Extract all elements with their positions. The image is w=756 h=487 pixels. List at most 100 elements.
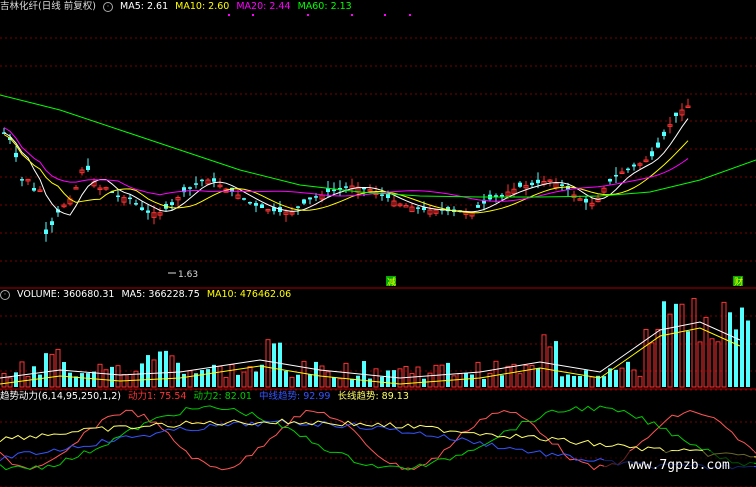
candle-body <box>302 199 306 204</box>
candle-body <box>32 188 36 191</box>
volume-bar <box>392 370 396 387</box>
volume-bar <box>115 365 121 388</box>
candle-body <box>650 151 654 157</box>
candle-body <box>614 174 618 177</box>
volume-bar <box>217 365 223 388</box>
candle-body <box>626 168 630 171</box>
low-price-annotation: 1.63 <box>178 270 198 280</box>
candlestick-pane <box>0 94 756 242</box>
volume-bar <box>746 320 750 387</box>
event-mark-finance[interactable]: 财 <box>733 276 743 288</box>
volume-bar <box>686 331 690 387</box>
candle-body <box>656 142 660 148</box>
volume-bar <box>110 366 114 387</box>
candle-body <box>416 207 420 209</box>
volume-bar <box>140 363 144 387</box>
candle-body <box>128 197 132 200</box>
volume-pane <box>0 297 750 388</box>
candle-body <box>296 206 300 208</box>
volume-bar <box>272 343 276 387</box>
volume-bar <box>422 378 426 387</box>
volume-bar <box>350 378 354 387</box>
candle-body <box>116 195 120 198</box>
candle-body <box>344 186 348 188</box>
volume-bar <box>325 371 331 388</box>
candle-body <box>248 202 252 204</box>
volume-bar <box>25 375 31 388</box>
volume-bar <box>728 312 732 387</box>
volume-bar <box>62 362 66 387</box>
stock-chart-canvas[interactable]: 1.63 减 财 <box>0 0 756 487</box>
watermark: www.7gpzb.com <box>604 451 754 481</box>
volume-bar <box>500 375 504 387</box>
volume-bar <box>38 374 42 387</box>
volume-bar <box>278 342 282 387</box>
candle-body <box>86 165 90 170</box>
volume-bar <box>457 373 463 388</box>
candle-body <box>20 179 24 181</box>
candle-body <box>608 178 612 182</box>
volume-bar <box>301 360 307 388</box>
volume-bar <box>337 378 343 388</box>
volume-bar <box>284 370 288 387</box>
volume-bar <box>32 366 36 387</box>
volume-bar <box>709 338 715 388</box>
volume-bar <box>176 362 180 387</box>
volume-bar <box>368 378 372 387</box>
candle-body <box>212 178 216 182</box>
volume-bar <box>200 370 204 387</box>
event-mark-finance-label: 财 <box>734 276 743 288</box>
volume-bar <box>566 374 570 387</box>
volume-bar <box>643 329 649 388</box>
volume-bar <box>103 369 109 388</box>
candle-body <box>584 198 588 203</box>
candle-body <box>194 183 198 185</box>
candle-body <box>314 196 318 198</box>
volume-bar <box>475 361 481 388</box>
volume-bar <box>541 334 547 388</box>
event-mark-reduce[interactable]: 减 <box>386 276 396 288</box>
volume-bar <box>247 366 253 388</box>
candle-body <box>362 187 366 190</box>
volume-bar <box>260 364 264 387</box>
volume-bar <box>464 372 468 387</box>
candle-body <box>530 182 534 185</box>
volume-bar <box>614 369 618 387</box>
volume-bar <box>356 375 360 387</box>
candle-body <box>44 229 48 234</box>
volume-bar <box>86 373 90 387</box>
volume-bar <box>589 376 595 388</box>
volume-bar <box>206 369 210 387</box>
candle-body <box>146 210 150 213</box>
candle-body <box>188 187 192 189</box>
volume-bar <box>241 371 247 388</box>
candle-body <box>662 131 666 136</box>
volume-bar <box>229 364 235 388</box>
volume-bar <box>296 374 300 387</box>
volume-bar <box>470 374 474 387</box>
candle-body <box>254 203 258 206</box>
volume-bar <box>523 364 529 388</box>
volume-bar <box>715 341 721 388</box>
volume-bar <box>373 368 379 388</box>
volume-bar <box>236 374 240 387</box>
volume-bar <box>308 374 312 387</box>
volume-bar <box>451 375 457 388</box>
candle-body <box>14 152 18 158</box>
volume-bar <box>80 373 84 387</box>
volume-bar <box>667 313 673 388</box>
volume-bar <box>74 376 78 387</box>
volume-bar <box>637 375 643 388</box>
volume-bar <box>212 364 216 387</box>
volume-bar <box>55 348 61 388</box>
candle-body <box>332 189 336 192</box>
candle-body <box>560 184 564 186</box>
volume-bar <box>386 370 390 387</box>
header-dots <box>228 14 411 16</box>
volume-bar <box>662 301 666 387</box>
candle-body <box>403 205 409 208</box>
candle-body <box>50 221 54 225</box>
candle-body <box>500 194 504 197</box>
candle-body <box>632 164 636 167</box>
volume-bar <box>289 376 295 388</box>
